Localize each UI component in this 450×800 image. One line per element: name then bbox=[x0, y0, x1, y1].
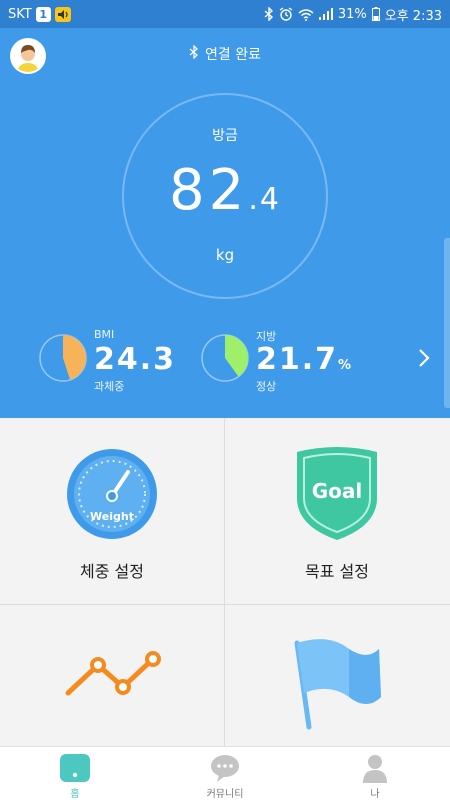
goal-setting-tile[interactable]: Goal 목표 설정 bbox=[225, 418, 449, 604]
fat-stat[interactable]: 지방 21.7% 정상 bbox=[200, 328, 356, 393]
bmi-label: BMI bbox=[94, 328, 115, 341]
clock: 오후 2:33 bbox=[384, 8, 442, 24]
weight-unit: kg bbox=[215, 246, 235, 264]
bmi-value: 24.3 bbox=[94, 342, 177, 377]
fat-ring bbox=[201, 334, 249, 382]
goal-shield-icon: Goal bbox=[297, 447, 377, 540]
connection-status: 연결 완료 bbox=[0, 44, 450, 64]
sim-badge: 1 bbox=[35, 6, 51, 22]
weight-gauge-icon: Weight bbox=[67, 449, 157, 539]
nav-community[interactable]: 커뮤니티 bbox=[150, 747, 300, 800]
menu-grid: Weight 체중 설정 Goal 목표 설정 bbox=[0, 418, 450, 746]
nav-community-label: 커뮤니티 bbox=[206, 789, 244, 800]
bluetooth-icon bbox=[189, 44, 199, 63]
alarm-icon bbox=[279, 7, 293, 21]
nav-home[interactable]: 홈 bbox=[0, 747, 150, 800]
bmi-ring bbox=[39, 334, 87, 382]
weight-decimal: .4 bbox=[248, 182, 281, 217]
fat-value-wrap: 21.7% bbox=[256, 342, 353, 377]
connection-label: 연결 완료 bbox=[205, 47, 261, 63]
weight-integer: 82 bbox=[169, 158, 249, 223]
sound-icon bbox=[54, 6, 71, 22]
gauge-text: Weight bbox=[90, 510, 134, 523]
fat-unit: % bbox=[338, 358, 354, 373]
trend-chart-icon bbox=[65, 651, 161, 696]
battery-percent: 31% bbox=[337, 6, 367, 22]
weight-setting-tile[interactable]: Weight 체중 설정 bbox=[0, 418, 224, 604]
bluetooth-icon bbox=[264, 7, 274, 21]
nav-home-label: 홈 bbox=[70, 789, 80, 800]
measured-time: 방금 bbox=[212, 128, 238, 144]
carrier-label: SKT bbox=[8, 6, 32, 22]
nav-me-label: 나 bbox=[370, 789, 380, 800]
fat-value: 21.7 bbox=[256, 342, 339, 377]
goal-setting-label: 목표 설정 bbox=[305, 562, 369, 581]
bottom-navigation: 홈 커뮤니티 나 bbox=[0, 746, 450, 800]
battery-icon bbox=[371, 7, 380, 21]
chevron-right-icon[interactable] bbox=[416, 346, 432, 370]
shield-text: Goal bbox=[312, 479, 363, 503]
nav-me[interactable]: 나 bbox=[300, 747, 450, 800]
weight-value: 82.4 bbox=[0, 158, 450, 223]
scroll-indicator bbox=[444, 238, 450, 408]
fat-status: 정상 bbox=[256, 380, 277, 393]
person-icon bbox=[363, 755, 387, 783]
wifi-icon bbox=[298, 8, 314, 21]
flag-icon bbox=[294, 639, 381, 730]
scale-home-icon bbox=[60, 754, 90, 782]
chat-icon bbox=[211, 755, 239, 782]
bmi-status: 과체중 bbox=[94, 380, 125, 393]
weight-summary-panel: 연결 완료 방금 82.4 kg BMI 24.3 과체중 지방 21.7% 정… bbox=[0, 28, 450, 418]
bmi-stat[interactable]: BMI 24.3 과체중 bbox=[38, 328, 194, 393]
status-bar: SKT 1 31% 오후 2:33 bbox=[0, 0, 450, 28]
weight-setting-label: 체중 설정 bbox=[80, 562, 144, 581]
signal-icon bbox=[318, 8, 333, 20]
